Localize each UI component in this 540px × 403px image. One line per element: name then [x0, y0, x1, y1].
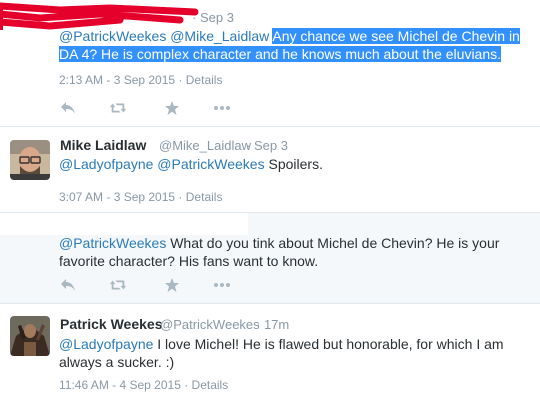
retweet-icon[interactable]	[109, 99, 127, 117]
avatar[interactable]	[10, 316, 50, 356]
timestamp[interactable]: 2:13 AM - 3 Sep 2015	[59, 73, 175, 87]
tweet-1: · Sep 3 @PatrickWeekes @Mike_Laidlaw Any…	[0, 0, 540, 126]
tweet-actions	[59, 276, 259, 294]
mention-link[interactable]: @Ladyofpayne	[59, 336, 153, 352]
author-name[interactable]: Patrick Weekes	[60, 316, 162, 332]
author-handle[interactable]: @PatrickWeekes	[160, 317, 260, 332]
tweet-meta: 3:07 AM - 3 Sep 2015 · Details	[59, 190, 223, 204]
tweet-3: @PatrickWeekes What do you tink about Mi…	[0, 213, 540, 303]
details-link[interactable]: Details	[186, 190, 223, 204]
mention-link[interactable]: @Ladyofpayne @PatrickWeekes	[59, 156, 265, 172]
redaction-scribble	[0, 2, 199, 30]
tweet-text: @PatrickWeekes What do you tink about Mi…	[59, 234, 529, 270]
tweet-date[interactable]: · 17m	[256, 317, 289, 332]
tweet-text: @Ladyofpayne I love Michel! He is flawed…	[59, 335, 529, 371]
details-link[interactable]: Details	[192, 378, 229, 392]
tweet-date[interactable]: · Sep 3	[192, 10, 234, 25]
details-link[interactable]: Details	[186, 73, 223, 87]
mention-link[interactable]: @PatrickWeekes @Mike_Laidlaw	[59, 28, 269, 44]
tweet-text: @PatrickWeekes @Mike_Laidlaw Any chance …	[59, 27, 529, 63]
favorite-icon[interactable]	[163, 99, 181, 117]
favorite-icon[interactable]	[163, 276, 181, 294]
tweet-actions	[59, 99, 259, 117]
tweet-4: Patrick Weekes @PatrickWeekes · 17m @Lad…	[0, 304, 540, 403]
author-name[interactable]: Mike Laidlaw	[60, 137, 146, 153]
timestamp[interactable]: 3:07 AM - 3 Sep 2015	[59, 190, 175, 204]
retweet-icon[interactable]	[109, 276, 127, 294]
timestamp[interactable]: 11:46 AM - 4 Sep 2015	[59, 378, 181, 392]
avatar[interactable]	[10, 140, 50, 180]
tweet-meta: 11:46 AM - 4 Sep 2015 · Details	[59, 378, 229, 392]
tweet-text: @Ladyofpayne @PatrickWeekes Spoilers.	[59, 155, 529, 173]
reply-icon[interactable]	[59, 99, 77, 117]
tweet-meta: 2:13 AM - 3 Sep 2015 · Details	[59, 73, 223, 87]
mention-link[interactable]: @PatrickWeekes	[59, 235, 166, 251]
tweet-date[interactable]: · Sep 3	[246, 138, 288, 153]
more-icon[interactable]	[213, 99, 231, 117]
tweet-body: Spoilers.	[268, 156, 323, 172]
more-icon[interactable]	[213, 276, 231, 294]
reply-icon[interactable]	[59, 276, 77, 294]
redaction-patch	[0, 213, 248, 235]
tweet-2: Mike Laidlaw @Mike_Laidlaw · Sep 3 @Lady…	[0, 127, 540, 215]
author-handle[interactable]: @Mike_Laidlaw	[159, 138, 251, 153]
